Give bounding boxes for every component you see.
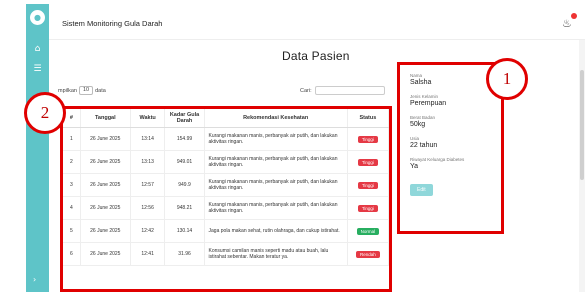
field-value: Perempuan <box>410 100 447 107</box>
notification-button[interactable]: ♨ <box>562 13 577 30</box>
table-row: 6 26 June 2025 12:41 31.96 Konsumsi camilan … <box>63 242 389 266</box>
cell-status: Tinggi <box>347 196 389 220</box>
entries-length-control: mpilkan 10 data <box>58 86 106 95</box>
field-label: Usia <box>410 136 420 141</box>
topbar: Sistem Monitoring Gula Darah ♨ <box>49 4 585 40</box>
cell-status: Rendah <box>347 242 389 266</box>
field-label: Berat Badan <box>410 115 436 120</box>
cell-status: Tinggi <box>347 173 389 197</box>
search-label: Cari: <box>300 87 312 94</box>
cell-waktu: 13:14 <box>130 127 166 151</box>
cell-tanggal: 26 June 2025 <box>80 173 131 197</box>
cell-kadar: 949.01 <box>164 150 205 174</box>
cell-rekomendasi: Jaga pola makan sehat, rutin olahraga, d… <box>204 219 348 243</box>
cell-status: Tinggi <box>347 150 389 174</box>
entries-select[interactable]: 10 <box>78 86 94 95</box>
data-table-panel: # Tanggal Waktu Kadar Gula Darah Rekomen… <box>60 106 392 292</box>
callout-2: 2 <box>24 92 66 134</box>
page-title: Data Pasien <box>282 49 350 63</box>
data-table: # Tanggal Waktu Kadar Gula Darah Rekomen… <box>63 109 389 266</box>
cell-tanggal: 26 June 2025 <box>80 242 131 266</box>
status-badge: Tinggi <box>357 135 378 143</box>
cell-tanggal: 26 June 2025 <box>80 150 131 174</box>
cell-kadar: 154.99 <box>164 127 205 151</box>
cell-waktu: 12:57 <box>130 173 166 197</box>
cell-number: 4 <box>63 196 81 220</box>
status-badge: Tinggi <box>357 158 378 166</box>
logo[interactable]: ● <box>30 10 45 25</box>
status-badge: Rendah <box>355 250 380 258</box>
home-icon[interactable]: ⌂ <box>32 44 43 55</box>
show-label: mpilkan <box>58 87 77 94</box>
field-value: Ya <box>410 163 419 170</box>
field-label: Riwayat Keluarga Diabetes <box>410 157 465 162</box>
cell-number: 6 <box>63 242 81 266</box>
cell-waktu: 12:56 <box>130 196 166 220</box>
status-badge: Tinggi <box>357 204 378 212</box>
bell-icon: ♨ <box>562 17 572 30</box>
notification-dot <box>571 13 577 19</box>
table-row: 5 26 June 2025 12:42 130.14 Jaga pola makan … <box>63 219 389 243</box>
status-badge: Normal <box>356 227 380 235</box>
col-kadar[interactable]: Kadar Gula Darah <box>164 109 205 128</box>
cell-kadar: 949.9 <box>164 173 205 197</box>
col-status[interactable]: Status <box>347 109 389 128</box>
cell-kadar: 948.21 <box>164 196 205 220</box>
cell-number: 1 <box>63 127 81 151</box>
cell-waktu: 12:42 <box>130 219 166 243</box>
cell-kadar: 130.14 <box>164 219 205 243</box>
cell-kadar: 31.96 <box>164 242 205 266</box>
cell-tanggal: 26 June 2025 <box>80 127 131 151</box>
table-row: 2 26 June 2025 13:13 949.01 Kurangi makanan … <box>63 150 389 174</box>
sidebar: ● ⌂ ☰ › <box>26 4 49 292</box>
col-waktu[interactable]: Waktu <box>130 109 166 128</box>
status-badge: Tinggi <box>357 181 378 189</box>
cell-status: Normal <box>347 219 389 243</box>
droplet-icon: ● <box>34 13 41 22</box>
table-search: Cari: <box>300 86 385 95</box>
entries-suffix: data <box>95 87 106 94</box>
scrollbar[interactable] <box>579 40 585 292</box>
list-icon[interactable]: ☰ <box>32 64 43 75</box>
search-input[interactable] <box>314 86 385 95</box>
cell-tanggal: 26 June 2025 <box>80 219 131 243</box>
col-tanggal[interactable]: Tanggal <box>80 109 131 128</box>
cell-status: Tinggi <box>347 127 389 151</box>
field-value: 22 tahun <box>410 142 438 149</box>
table-header-row: # Tanggal Waktu Kadar Gula Darah Rekomen… <box>63 109 389 128</box>
cell-waktu: 13:13 <box>130 150 166 174</box>
table-row: 1 26 June 2025 13:14 154.99 Kurangi makanan … <box>63 127 389 151</box>
cell-tanggal: 26 June 2025 <box>80 196 131 220</box>
callout-1: 1 <box>486 58 528 100</box>
cell-number: 3 <box>63 173 81 197</box>
scrollbar-thumb[interactable] <box>580 70 584 180</box>
edit-button[interactable]: Edit <box>410 184 433 196</box>
cell-rekomendasi: Kurangi makanan manis, perbanyak air put… <box>204 196 348 220</box>
table-body: 1 26 June 2025 13:14 154.99 Kurangi makanan … <box>63 127 389 266</box>
cell-rekomendasi: Konsumsi camilan manis seperti madu atau… <box>204 242 348 266</box>
table-row: 4 26 June 2025 12:56 948.21 Kurangi makanan … <box>63 196 389 220</box>
app-title: Sistem Monitoring Gula Darah <box>62 19 163 28</box>
cell-number: 2 <box>63 150 81 174</box>
cell-rekomendasi: Kurangi makanan manis, perbanyak air put… <box>204 173 348 197</box>
cell-rekomendasi: Kurangi makanan manis, perbanyak air put… <box>204 150 348 174</box>
field-label: Jenis Kelamin <box>410 94 439 99</box>
col-rekomendasi[interactable]: Rekomendasi Kesehatan <box>204 109 348 128</box>
table-row: 3 26 June 2025 12:57 949.9 Kurangi makanan m… <box>63 173 389 197</box>
cell-rekomendasi: Kurangi makanan manis, perbanyak air put… <box>204 127 348 151</box>
cell-waktu: 12:41 <box>130 242 166 266</box>
cell-number: 5 <box>63 219 81 243</box>
field-value: 50kg <box>410 121 426 128</box>
chevron-icon[interactable]: › <box>33 275 42 284</box>
